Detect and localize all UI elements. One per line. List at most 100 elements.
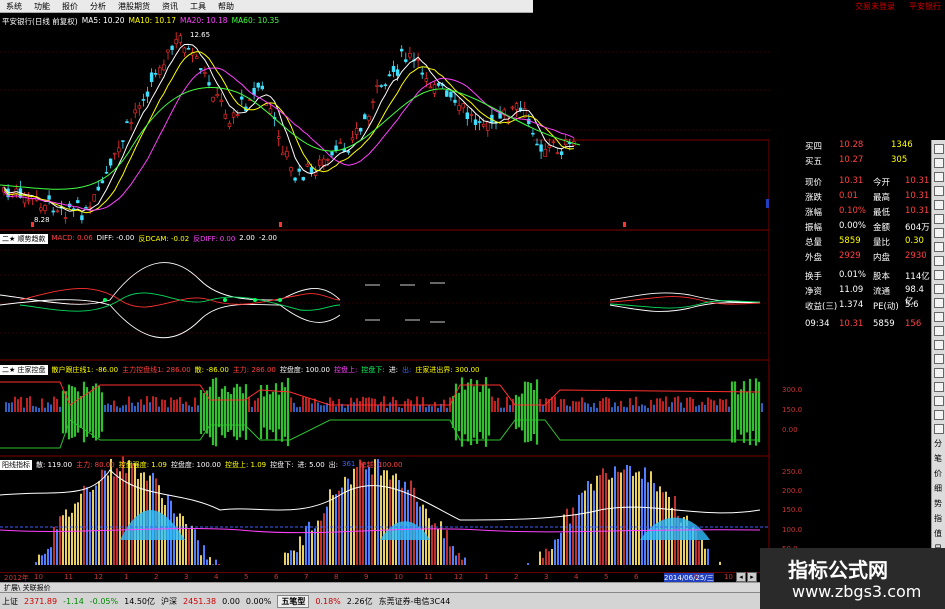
toolbar-icon[interactable] xyxy=(934,144,944,154)
candle-body xyxy=(420,72,424,75)
candle-body xyxy=(535,143,539,146)
control-axis-label: 150.0 xyxy=(782,406,802,414)
date-tick: 3 xyxy=(184,573,189,581)
toolbar-icon[interactable] xyxy=(934,410,944,420)
quote-cell: 买四 xyxy=(805,142,823,152)
toolbar-icon[interactable] xyxy=(934,228,944,238)
toolbar-icon[interactable] xyxy=(934,354,944,364)
quote-row: 收益(三) 1.374 PE(动) 5.6 xyxy=(769,300,931,314)
toolbar-icon[interactable] xyxy=(934,382,944,392)
macd-green-line xyxy=(19,292,341,312)
candle-body xyxy=(223,113,228,119)
candle-body xyxy=(113,152,117,155)
quote-cell: 现价 xyxy=(805,178,823,188)
candle-body xyxy=(162,64,166,71)
toolbar-icon[interactable] xyxy=(934,298,944,308)
quote-row: 买四 10.28 1346 xyxy=(769,140,931,154)
toolbar-icon[interactable] xyxy=(934,270,944,280)
toolbar-icon[interactable] xyxy=(934,158,944,168)
quote-row: 总量 5859 量比 0.30 xyxy=(769,236,931,250)
signal-marker xyxy=(279,222,282,227)
candle-body xyxy=(231,112,236,118)
ma10-label: MA10: 10.17 xyxy=(128,16,177,25)
toolbar-icon[interactable] xyxy=(934,396,944,406)
candle-body xyxy=(117,147,121,153)
candle-body xyxy=(129,122,133,125)
quote-cell: 1.374 xyxy=(839,300,864,310)
toolbar-icon[interactable] xyxy=(934,200,944,210)
date-tick: 2 xyxy=(514,573,519,581)
signal-marker xyxy=(31,222,34,227)
yang-axis-label: 150.0 xyxy=(782,506,802,514)
quote-cell: 10.31 xyxy=(839,176,864,186)
yang-value: 出: xyxy=(328,461,339,469)
candle-body xyxy=(481,123,486,127)
tab-extension[interactable]: 扩展\ 关联报价 xyxy=(4,584,51,592)
candle-body xyxy=(195,56,199,59)
toolbar-icon[interactable] xyxy=(934,256,944,266)
right-tab[interactable]: 分 xyxy=(932,438,944,449)
toolbar-icon[interactable] xyxy=(934,284,944,294)
macd-name[interactable]: 二★ 顺势趋款 xyxy=(0,234,48,244)
cross-marker xyxy=(103,298,107,302)
quote-row: 外盘 2929 内盘 2930 xyxy=(769,251,931,265)
candle-body xyxy=(84,206,88,209)
control-legend: 二★ 庄家控盘 散户跟庄线1: -86.00 主力控盘线1: 286.00 散: -… xyxy=(0,365,479,375)
toolbar-icon[interactable] xyxy=(934,340,944,350)
right-tab[interactable]: 指 xyxy=(932,513,944,524)
quote-row: 振幅 0.00% 金额 604万 xyxy=(769,221,931,235)
right-tab[interactable]: 笔 xyxy=(932,453,944,464)
control-value: 控盘度: 100.00 xyxy=(279,366,330,374)
right-tab[interactable]: 价 xyxy=(932,468,944,479)
toolbar-icon[interactable] xyxy=(934,326,944,336)
candle-body xyxy=(174,39,178,45)
right-tab[interactable]: 势 xyxy=(932,498,944,509)
quote-cell: 0.10% xyxy=(839,206,867,216)
quote-cell: 股本 xyxy=(873,272,891,282)
candle-body xyxy=(149,72,154,83)
quote-cell: 流通 xyxy=(873,287,891,297)
date-tick: 1 xyxy=(484,573,489,581)
candle-body xyxy=(268,108,273,114)
wubi-button[interactable]: 五笔型 xyxy=(277,594,310,608)
yang-name[interactable]: 阳线指标 xyxy=(0,460,32,470)
sh-label: 上证 xyxy=(2,596,18,606)
right-tab[interactable]: 值 xyxy=(932,528,944,539)
date-tick: 12 xyxy=(94,573,103,581)
candle-body xyxy=(461,103,465,109)
candle-body xyxy=(477,121,482,123)
candle-body xyxy=(559,151,564,155)
date-tick: 11 xyxy=(424,573,433,581)
candle-body xyxy=(297,168,301,172)
scroll-right-icon[interactable]: ▸ xyxy=(747,572,757,582)
date-tick: 4 xyxy=(214,573,219,581)
candle-body xyxy=(375,84,379,87)
status-bar: 上证 2371.89 -1.14 -0.05% 14.50亿 沪深 2451.3… xyxy=(0,592,760,609)
quote-row: 现价 10.31 今开 10.31 xyxy=(769,176,931,190)
toolbar-icon[interactable] xyxy=(934,242,944,252)
toolbar-icon[interactable] xyxy=(934,424,944,434)
date-tick: 10 xyxy=(34,573,43,581)
candle-body xyxy=(555,152,560,155)
quote-cell: 10.31 xyxy=(839,319,864,329)
control-name[interactable]: 二★ 庄家控盘 xyxy=(0,365,48,375)
toolbar-icon[interactable] xyxy=(934,214,944,224)
right-tab[interactable]: 细 xyxy=(932,483,944,494)
toolbar-icon[interactable] xyxy=(934,312,944,322)
candle-body xyxy=(514,103,519,110)
toolbar-icon[interactable] xyxy=(934,186,944,196)
ma20-label: MA20: 10.18 xyxy=(180,16,228,25)
low-price-label: 8.28 xyxy=(34,216,50,224)
quote-row: 涨跌 0.01 最高 10.31 xyxy=(769,191,931,205)
candle-body xyxy=(404,59,408,62)
control-value: 控盘下: xyxy=(361,366,385,374)
candle-body xyxy=(121,140,125,142)
toolbar-icon[interactable] xyxy=(934,368,944,378)
tab-bar[interactable]: 扩展\ 关联报价 xyxy=(0,582,760,592)
quote-cell: 10.27 xyxy=(839,155,864,165)
scroll-left-icon[interactable]: ◂ xyxy=(736,572,746,582)
control-value: 主力: 286.00 xyxy=(232,366,276,374)
quote-panel: 买四 10.28 1346 买五 10.27 305 现价 10.31 今开 10.31 涨跌 0.0… xyxy=(769,140,931,364)
toolbar-icon[interactable] xyxy=(934,172,944,182)
sh-amount: 14.50亿 xyxy=(124,596,156,606)
